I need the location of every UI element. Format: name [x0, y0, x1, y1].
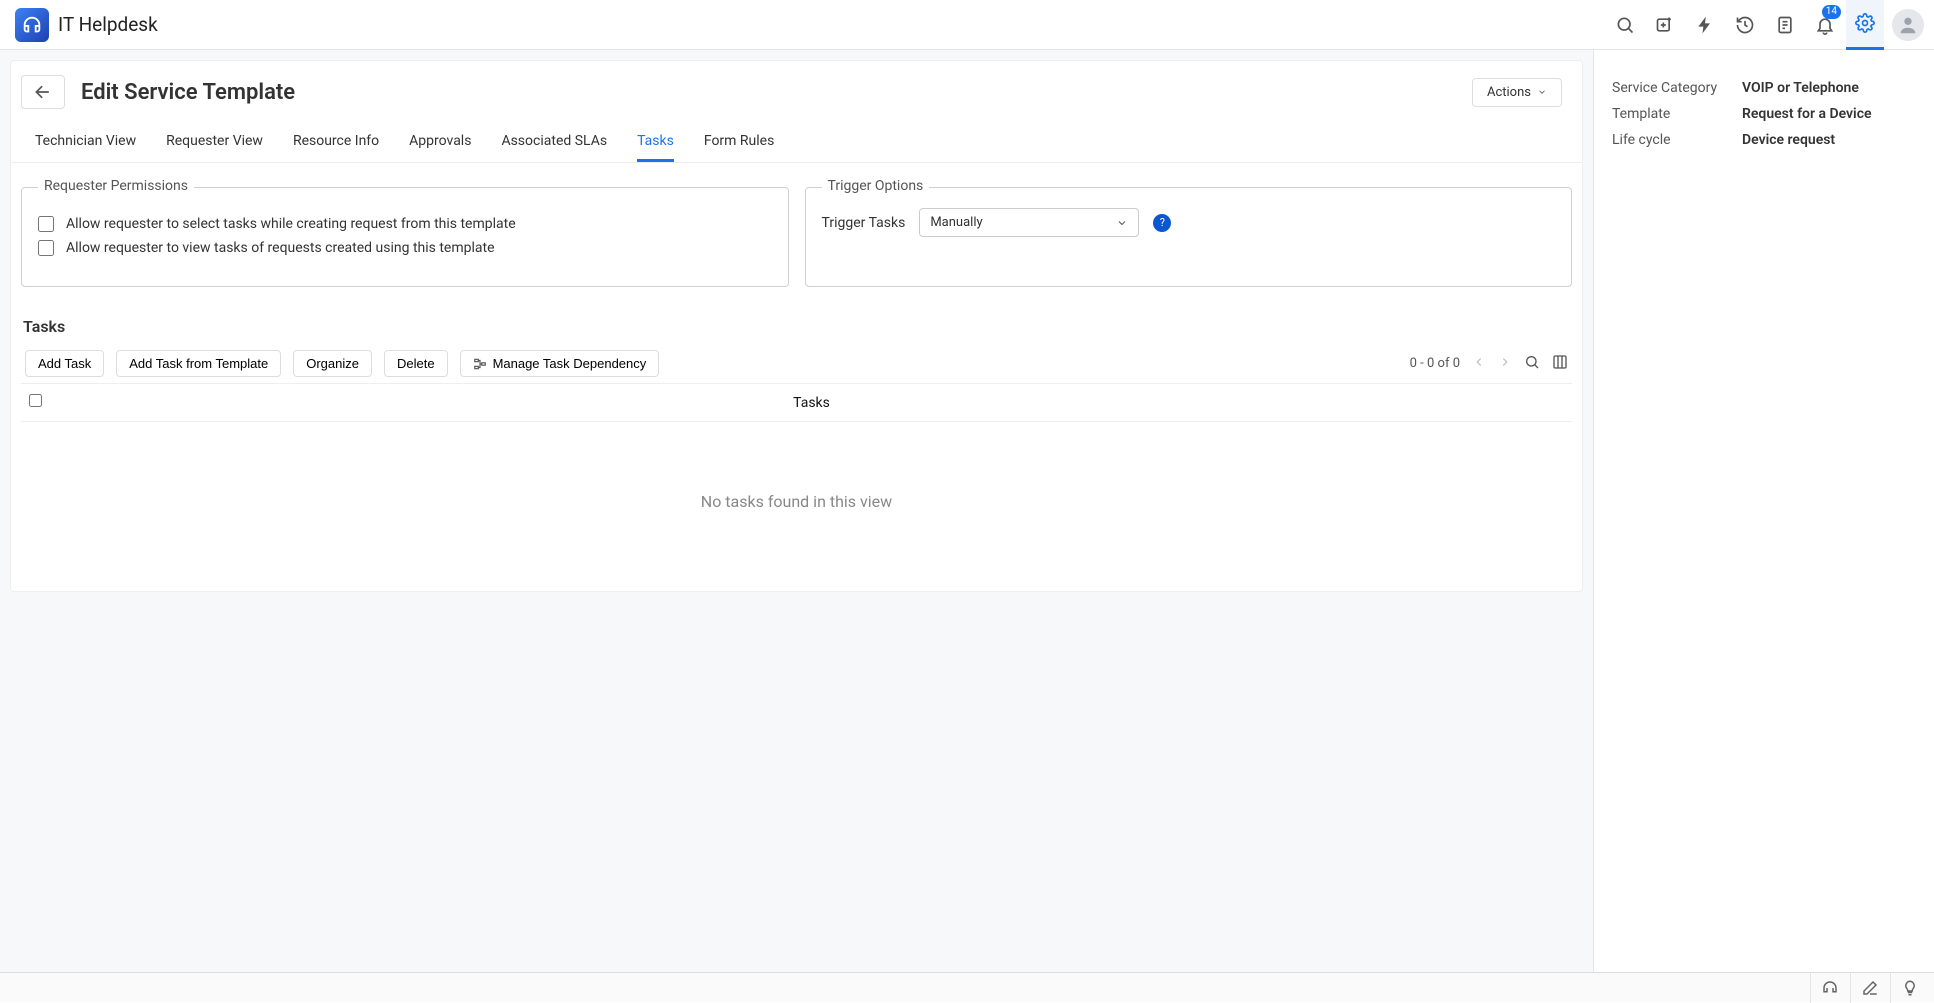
page-title: Edit Service Template: [81, 80, 295, 105]
settings-icon[interactable]: [1846, 0, 1884, 50]
notifications-icon[interactable]: 14: [1806, 0, 1844, 50]
organize-button[interactable]: Organize: [293, 350, 372, 377]
manage-task-dependency-button[interactable]: Manage Task Dependency: [460, 350, 660, 377]
template-value: Request for a Device: [1742, 106, 1916, 122]
tab-tasks[interactable]: Tasks: [637, 123, 674, 162]
dependency-icon: [473, 357, 487, 371]
search-icon[interactable]: [1606, 0, 1644, 50]
add-task-button[interactable]: Add Task: [25, 350, 104, 377]
add-request-icon[interactable]: [1646, 0, 1684, 50]
manage-dep-label: Manage Task Dependency: [493, 356, 647, 371]
service-category-label: Service Category: [1612, 80, 1742, 96]
tab-resource-info[interactable]: Resource Info: [293, 123, 379, 162]
allow-select-checkbox[interactable]: [38, 216, 54, 232]
lifecycle-label: Life cycle: [1612, 132, 1742, 148]
paging-text: 0 - 0 of 0: [1410, 356, 1460, 371]
app-title: IT Helpdesk: [58, 13, 158, 36]
status-edit-icon[interactable]: [1850, 973, 1888, 1003]
tasks-column-header: Tasks: [59, 395, 1564, 411]
actions-label: Actions: [1487, 85, 1531, 100]
template-label: Template: [1612, 106, 1742, 122]
status-bar: [0, 972, 1934, 1002]
trigger-select-value: Manually: [930, 215, 982, 230]
topbar-actions: 14: [1606, 0, 1924, 50]
search-tasks-icon[interactable]: [1524, 354, 1540, 374]
tab-approvals[interactable]: Approvals: [409, 123, 471, 162]
meta-sidebar: Service Category VOIP or Telephone Templ…: [1594, 50, 1934, 972]
top-bar: IT Helpdesk 14: [0, 0, 1934, 50]
chevron-down-icon: [1116, 217, 1128, 229]
back-button[interactable]: [21, 75, 65, 109]
notes-icon[interactable]: [1766, 0, 1804, 50]
app-logo-icon: [15, 8, 49, 42]
brand: IT Helpdesk: [15, 8, 158, 42]
status-tips-icon[interactable]: [1890, 973, 1928, 1003]
tab-form-rules[interactable]: Form Rules: [704, 123, 774, 162]
pagination: 0 - 0 of 0: [1410, 354, 1568, 374]
tab-technician-view[interactable]: Technician View: [35, 123, 136, 162]
requester-permissions-group: Requester Permissions Allow requester to…: [21, 187, 789, 287]
tasks-table-header: Tasks: [21, 384, 1572, 422]
service-category-value: VOIP or Telephone: [1742, 80, 1916, 96]
lifecycle-value: Device request: [1742, 132, 1916, 148]
status-support-icon[interactable]: [1810, 973, 1848, 1003]
tab-requester-view[interactable]: Requester View: [166, 123, 263, 162]
allow-view-checkbox[interactable]: [38, 240, 54, 256]
trigger-legend: Trigger Options: [822, 178, 930, 194]
column-settings-icon[interactable]: [1552, 354, 1568, 374]
quick-action-icon[interactable]: [1686, 0, 1724, 50]
notification-badge: 14: [1822, 5, 1841, 19]
permissions-legend: Requester Permissions: [38, 178, 194, 194]
add-task-from-template-button[interactable]: Add Task from Template: [116, 350, 281, 377]
trigger-options-group: Trigger Options Trigger Tasks Manually ?: [805, 187, 1573, 287]
trigger-tasks-select[interactable]: Manually: [919, 208, 1139, 237]
chevron-down-icon: [1537, 87, 1547, 97]
tab-associated-slas[interactable]: Associated SLAs: [501, 123, 607, 162]
tab-bar: Technician View Requester View Resource …: [11, 123, 1582, 163]
next-page-icon[interactable]: [1498, 355, 1512, 373]
select-all-checkbox[interactable]: [29, 394, 42, 407]
tasks-heading: Tasks: [23, 317, 1572, 336]
user-avatar-icon[interactable]: [1892, 9, 1924, 41]
trigger-tasks-label: Trigger Tasks: [822, 215, 906, 231]
delete-button[interactable]: Delete: [384, 350, 448, 377]
allow-select-label: Allow requester to select tasks while cr…: [66, 216, 516, 232]
actions-dropdown[interactable]: Actions: [1472, 78, 1562, 107]
prev-page-icon[interactable]: [1472, 355, 1486, 373]
history-icon[interactable]: [1726, 0, 1764, 50]
empty-state-text: No tasks found in this view: [21, 422, 1572, 581]
help-icon[interactable]: ?: [1153, 214, 1171, 232]
allow-view-label: Allow requester to view tasks of request…: [66, 240, 495, 256]
